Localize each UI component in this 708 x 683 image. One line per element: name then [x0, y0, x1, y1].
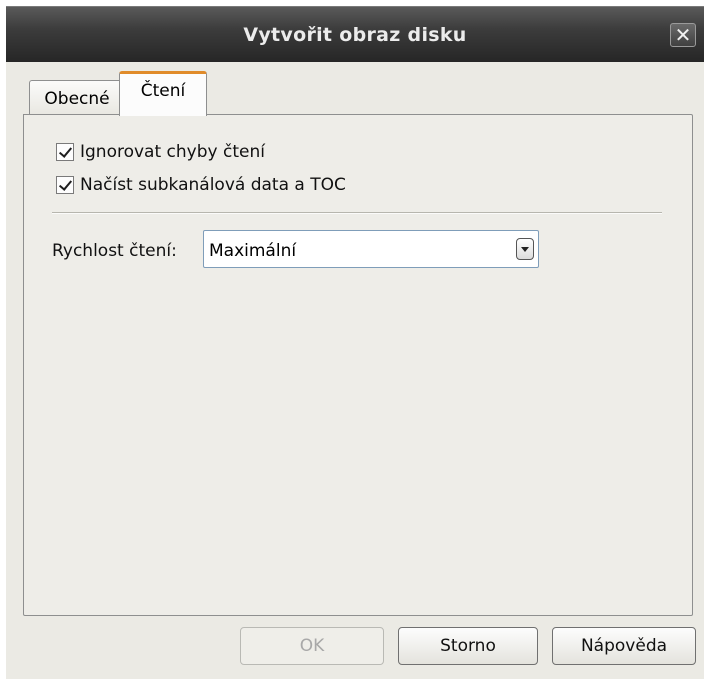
help-button[interactable]: Nápověda — [552, 627, 696, 665]
title-bar[interactable]: Vytvořit obraz disku ✕ — [6, 6, 704, 62]
cancel-button[interactable]: Storno — [398, 627, 538, 665]
ignore-read-errors-label: Ignorovat chyby čtení — [80, 142, 265, 162]
ignore-read-errors-option[interactable]: Ignorovat chyby čtení — [56, 141, 265, 163]
reading-tab-panel: Ignorovat chyby čtení Načíst subkanálová… — [23, 114, 693, 616]
read-speed-label: Rychlost čtení: — [52, 241, 177, 261]
read-subchannel-label: Načíst subkanálová data a TOC — [80, 175, 346, 195]
create-disk-image-dialog: Vytvořit obraz disku ✕ Obecné Čtení Igno… — [0, 0, 708, 683]
tab-reading[interactable]: Čtení — [119, 71, 207, 116]
read-speed-value: Maximální — [209, 241, 297, 261]
read-speed-select[interactable]: Maximální — [203, 230, 539, 268]
chevron-down-icon[interactable] — [516, 238, 534, 260]
read-subchannel-option[interactable]: Načíst subkanálová data a TOC — [56, 174, 346, 196]
tab-general[interactable]: Obecné — [29, 80, 125, 114]
close-icon[interactable]: ✕ — [670, 23, 696, 47]
separator — [52, 212, 662, 214]
ok-button[interactable]: OK — [240, 627, 384, 665]
window-title: Vytvořit obraz disku — [243, 24, 467, 46]
dialog-client-area: Obecné Čtení Ignorovat chyby čtení Načís… — [6, 62, 704, 679]
read-subchannel-checkbox[interactable] — [56, 176, 74, 194]
ignore-read-errors-checkbox[interactable] — [56, 143, 74, 161]
